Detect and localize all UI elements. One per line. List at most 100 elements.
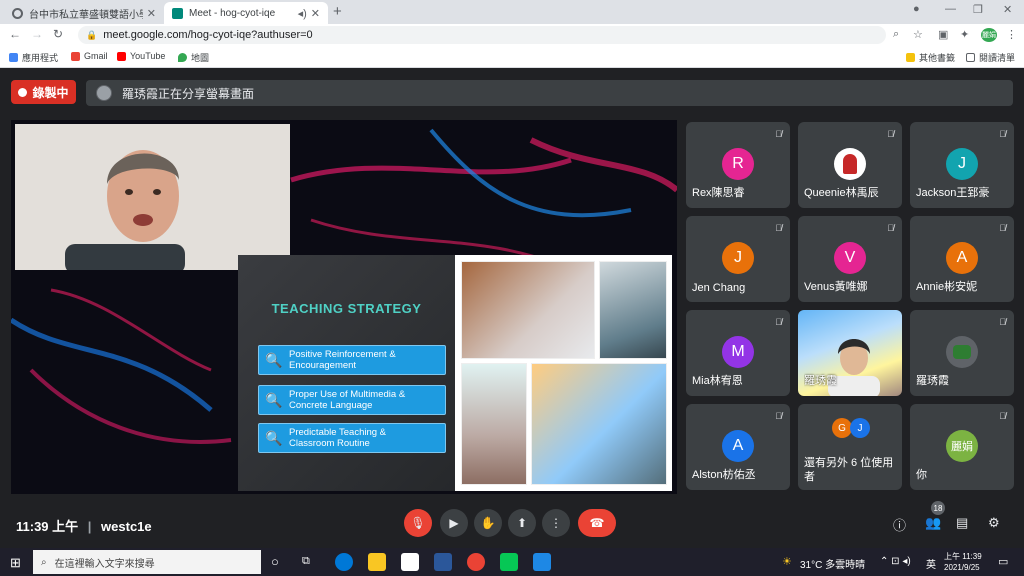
menu-icon[interactable]: ⋮ [1006, 28, 1017, 41]
new-tab-button[interactable]: + [333, 3, 342, 20]
bookmark-gmail[interactable]: Gmail [71, 51, 108, 61]
cast-icon[interactable]: ▣ [938, 28, 948, 41]
mic-off-icon: 🎙̸ [775, 223, 782, 233]
self-tile[interactable]: 🎙̸ 麗娟 你 [910, 404, 1014, 490]
reload-icon[interactable]: ↻ [53, 27, 63, 41]
forward-icon[interactable]: → [31, 27, 43, 41]
camera-button[interactable]: ▶ [440, 509, 468, 537]
mic-off-icon: 🎙̸ [775, 317, 782, 327]
bookmark-label: 地圖 [191, 53, 210, 63]
taskbar-time[interactable]: 上午 11:39 [944, 551, 982, 562]
folder-icon [906, 53, 915, 62]
close-icon[interactable]: ✕ [147, 7, 156, 20]
chat-icon[interactable]: ▤ [956, 515, 968, 531]
cortana-icon[interactable]: ○ [271, 554, 279, 569]
participant-tile[interactable]: 🎙̸ J Jackson王郅豪 [910, 122, 1014, 208]
url-bar[interactable]: 🔒 meet.google.com/hog-cyot-iqe?authuser=… [78, 26, 886, 44]
lock-icon: 🔒 [86, 29, 98, 40]
audio-icon[interactable]: ◂) [298, 7, 307, 20]
participant-name: Annie彬安妮 [916, 281, 978, 293]
other-bookmarks[interactable]: 其他書籤 [906, 51, 955, 64]
participant-tile[interactable]: 🎙̸ 羅琇霞 [910, 310, 1014, 396]
mic-off-icon: 🎙̸ [999, 223, 1006, 233]
strategy-item: 🔍 Predictable Teaching & Classroom Routin… [258, 423, 446, 453]
line-icon[interactable] [500, 553, 518, 571]
tray-icons[interactable]: ⌃ ⊡ ◂) [880, 556, 911, 567]
photos-icon[interactable] [533, 553, 551, 571]
close-window-button[interactable]: ✕ [1003, 3, 1012, 16]
close-icon[interactable]: ✕ [311, 7, 320, 20]
present-button[interactable]: ⬆ [508, 509, 536, 537]
word-icon[interactable] [434, 553, 452, 571]
end-call-button[interactable]: ☎ [578, 509, 616, 537]
strategy-line: Proper Use of Multimedia & [289, 389, 406, 400]
participant-avatar-photo [834, 148, 866, 180]
more-participants-tile[interactable]: G J 還有另外 6 位使用者 [798, 404, 902, 490]
profile-avatar[interactable]: 麗娟 [981, 28, 997, 42]
participant-tile[interactable]: 🎙̸ A Alston枋佑丞 [686, 404, 790, 490]
participant-name: Venus黃唯娜 [804, 281, 868, 293]
mic-off-icon: 🎙̸ [999, 129, 1006, 139]
bookmark-label: 應用程式 [22, 53, 59, 63]
participant-tile[interactable]: 🎙̸ Queenie林禹辰 [798, 122, 902, 208]
mic-off-icon: 🎙̸ [999, 411, 1006, 421]
taskbar-date[interactable]: 2021/9/25 [944, 563, 980, 572]
participant-count-badge: 18 [931, 501, 945, 515]
mic-off-icon: 🎙̸ [887, 223, 894, 233]
extensions-icon[interactable]: ✦ [960, 28, 969, 41]
participant-name: Queenie林禹辰 [804, 187, 879, 199]
url-text: meet.google.com/hog-cyot-iqe?authuser=0 [103, 29, 313, 41]
reading-list[interactable]: 閱讀清單 [966, 51, 1015, 64]
participant-avatar: A [946, 242, 978, 274]
participant-name: 羅琇霞 [916, 375, 949, 387]
presenter-webcam [15, 124, 290, 270]
activities-icon[interactable]: ⚙ [988, 515, 1000, 531]
tab-search-icon[interactable]: ● [913, 3, 920, 15]
participant-tile-video[interactable]: 羅琇霞 [798, 310, 902, 396]
file-explorer-icon[interactable] [368, 553, 386, 571]
tab-school[interactable]: 台中市私立華盛頓雙語小學 ✕ [4, 2, 164, 24]
input-method[interactable]: 英 [926, 556, 936, 571]
windows-taskbar: ⊞ ⌕ 在這裡輸入文字來搜尋 ○ ⧉ ☀ 31°C 多雲時晴 ⌃ ⊡ ◂) 英 … [0, 548, 1024, 576]
gmail-icon [71, 51, 80, 61]
notification-icon[interactable]: ▭ [998, 555, 1008, 568]
tab-meet[interactable]: Meet - hog-cyot-iqe ◂) ✕ [164, 2, 328, 24]
strategy-line: Encouragement [289, 360, 357, 371]
windows-start-icon[interactable]: ⊞ [10, 555, 21, 571]
star-icon[interactable]: ☆ [913, 28, 923, 41]
meet-window: 錄製中 羅琇霞正在分享螢幕畫面 TEACHING STRATEGY 🔍 Posi… [0, 68, 1024, 548]
participant-avatar: G [832, 418, 852, 438]
more-options-button[interactable]: ⋮ [542, 509, 570, 537]
bookmark-maps[interactable]: 地圖 [178, 51, 209, 64]
people-icon[interactable]: 👥 [925, 515, 941, 531]
maximize-button[interactable]: ❐ [973, 3, 983, 16]
store-icon[interactable] [401, 553, 419, 571]
participant-tile[interactable]: 🎙̸ M Mia林宥恩 [686, 310, 790, 396]
weather-text[interactable]: 31°C 多雲時晴 [800, 556, 865, 571]
participant-name: Rex陳思睿 [692, 187, 745, 199]
minimize-button[interactable]: — [945, 3, 956, 15]
participant-tile[interactable]: 🎙̸ J Jen Chang [686, 216, 790, 302]
chrome-icon[interactable] [467, 553, 485, 571]
bookmark-youtube[interactable]: YouTube [117, 51, 165, 61]
edge-icon[interactable] [335, 553, 353, 571]
meeting-details-icon[interactable]: ⓘ [893, 515, 906, 534]
mic-off-icon: 🎙̸ [887, 129, 894, 139]
zoom-icon[interactable]: ⌕ [893, 28, 899, 41]
bookmark-label: YouTube [130, 51, 166, 61]
participant-tile[interactable]: 🎙̸ V Venus黃唯娜 [798, 216, 902, 302]
raise-hand-button[interactable]: ✋ [474, 509, 502, 537]
bookmark-apps[interactable]: 應用程式 [9, 51, 58, 64]
task-view-icon[interactable]: ⧉ [302, 555, 310, 568]
weather-icon: ☀ [782, 556, 792, 568]
participant-avatar: J [946, 148, 978, 180]
participant-tile[interactable]: 🎙̸ R Rex陳思睿 [686, 122, 790, 208]
tab-title: 台中市私立華盛頓雙語小學 [29, 9, 143, 21]
participant-tile[interactable]: 🎙̸ A Annie彬安妮 [910, 216, 1014, 302]
taskbar-search[interactable]: ⌕ 在這裡輸入文字來搜尋 [33, 550, 261, 574]
youtube-icon [117, 51, 126, 61]
maps-icon [178, 53, 187, 62]
participant-name: 還有另外 6 位使用者 [804, 457, 894, 483]
back-icon[interactable]: ← [9, 27, 21, 41]
microphone-off-button[interactable]: 🎙 [404, 509, 432, 537]
